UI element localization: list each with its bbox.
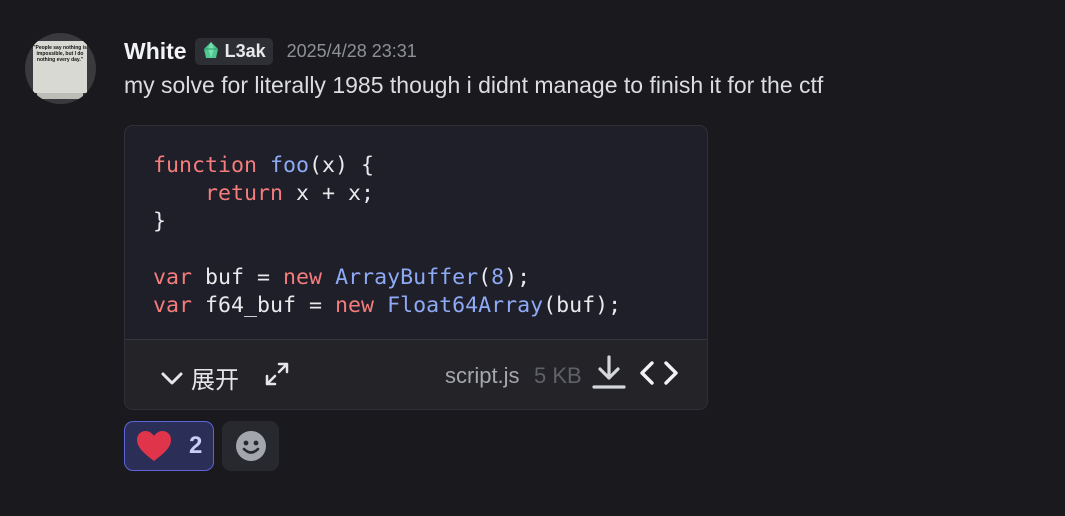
code-line: return x + x; [205, 181, 375, 206]
avatar-quote-image: "People say nothing is impossible, but I… [33, 41, 87, 93]
smiley-icon [235, 431, 266, 461]
code-token: return [205, 181, 284, 206]
code-token: 8 [491, 265, 505, 290]
server-tag-label: L3ak [224, 40, 266, 61]
code-token: var [153, 265, 193, 290]
fullscreen-button[interactable] [263, 360, 291, 393]
attachment-filename[interactable]: script.js [445, 363, 520, 389]
server-tag[interactable]: L3ak [194, 37, 273, 65]
code-token: ArrayBuffer [335, 265, 479, 290]
code-token: Float64Array [387, 293, 544, 318]
expand-arrows-icon [265, 362, 289, 386]
expand-button[interactable]: 展开 [159, 360, 239, 395]
code-line: var buf = new ArrayBuffer(8); [153, 265, 531, 290]
code-token: new [335, 293, 375, 318]
gem-icon [203, 42, 218, 58]
user-avatar[interactable]: "People say nothing is impossible, but I… [25, 33, 96, 104]
code-token: function [153, 153, 258, 178]
chevron-down-icon [161, 372, 183, 384]
attachment-footer: 展开 script.js 5 KB [125, 339, 707, 409]
download-icon [592, 355, 626, 389]
heart-icon [137, 431, 171, 461]
reaction-count: 2 [189, 432, 203, 459]
timestamp[interactable]: 2025/4/28 23:31 [287, 41, 417, 62]
code-token: foo [270, 153, 310, 178]
code-line: var f64_buf = new Float64Array(buf); [153, 293, 622, 318]
message-header: White L3ak 2025/4/28 23:31 [124, 36, 417, 66]
code-brackets-icon [640, 361, 678, 385]
attachment-filesize: 5 KB [534, 363, 582, 388]
add-reaction-button[interactable] [222, 421, 279, 471]
code-token: var [153, 293, 193, 318]
code-line: function foo(x) { [153, 153, 375, 178]
reaction-heart[interactable]: 2 [124, 421, 214, 471]
expand-label: 展开 [191, 367, 239, 394]
code-line: } [153, 209, 167, 234]
avatar-caption-bar [37, 93, 83, 99]
view-source-button[interactable] [639, 359, 679, 392]
username[interactable]: White [124, 38, 187, 65]
code-preview: function foo(x) { return x + x; } var bu… [153, 152, 621, 320]
code-attachment: function foo(x) { return x + x; } var bu… [124, 125, 708, 410]
message-text: my solve for literally 1985 though i did… [124, 72, 824, 98]
download-button[interactable] [591, 354, 627, 397]
code-token: new [283, 265, 323, 290]
